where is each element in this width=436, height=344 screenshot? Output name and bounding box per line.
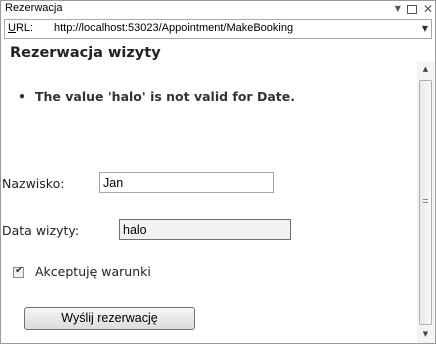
checkmark-icon: ✔ [15,265,24,276]
bullet-icon: • [18,89,26,104]
pin-dropdown-icon[interactable]: ▼ [395,1,401,17]
scroll-thumb[interactable] [419,80,432,325]
scroll-up-icon[interactable]: ▲ [417,61,434,78]
validation-error: • The value 'halo' is not valid for Date… [18,89,295,104]
url-input[interactable]: http://localhost:53023/Appointment/MakeB… [54,22,293,34]
scroll-down-icon[interactable]: ▼ [417,326,434,343]
vertical-scrollbar[interactable]: ▲ ▼ [417,61,434,343]
url-dropdown-icon[interactable]: ▼ [422,24,428,33]
terms-checkbox[interactable]: ✔ [13,265,24,278]
restore-icon[interactable] [406,4,417,14]
url-label-accesskey: U [8,22,16,34]
submit-button[interactable]: Wyślij rezerwację [24,307,195,330]
browser-window: Rezerwacja ▼ ✕ URL: http://localhost:530… [0,0,436,344]
date-input[interactable]: halo [119,219,291,240]
url-label-text: RL: [15,22,34,34]
terms-label[interactable]: Akceptuję warunki [35,264,151,279]
close-icon[interactable]: ✕ [423,1,433,17]
scroll-grip-icon [423,199,428,203]
page-title: Rezerwacja wizyty [10,45,161,61]
name-input[interactable]: Jan [99,172,274,193]
name-label: Nazwisko: [2,176,65,191]
window-title: Rezerwacja [5,2,63,14]
url-label: URL: [8,22,33,34]
date-label: Data wizyty: [2,223,80,238]
address-bar[interactable]: URL: http://localhost:53023/Appointment/… [4,19,432,39]
title-bar[interactable]: Rezerwacja ▼ ✕ [1,1,435,17]
window-controls: ▼ ✕ [395,1,433,17]
validation-error-text: The value 'halo' is not valid for Date. [35,89,295,104]
